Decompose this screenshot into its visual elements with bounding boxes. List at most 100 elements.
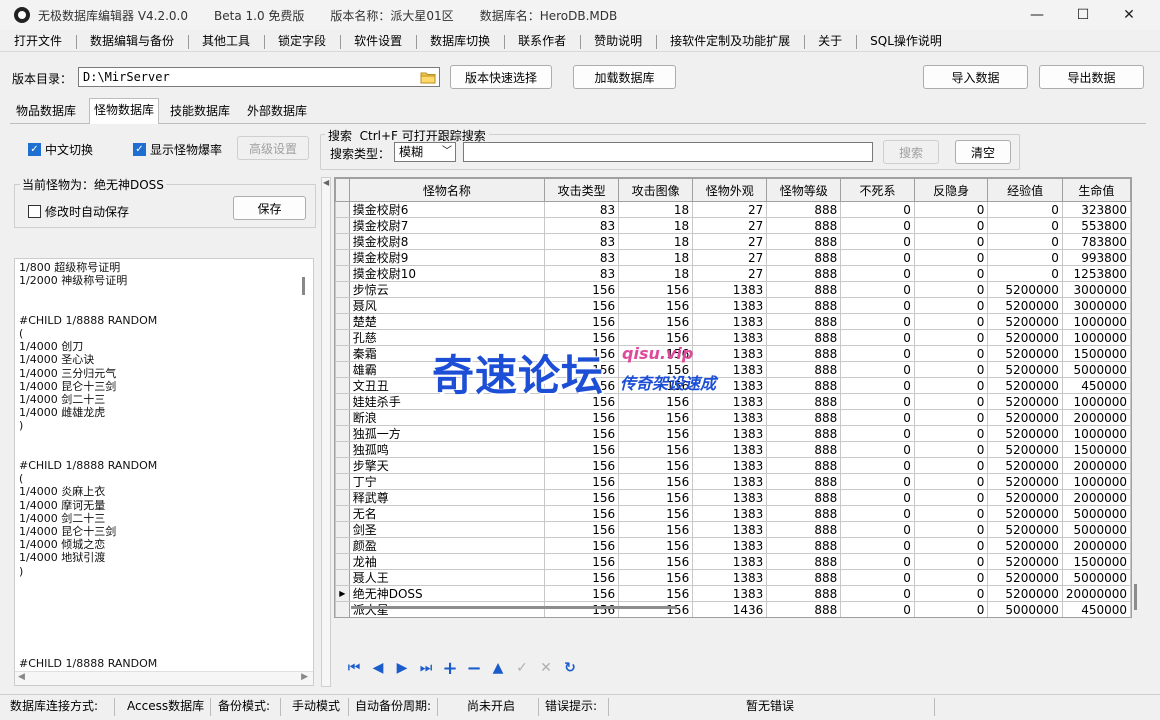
cell-name[interactable]: 摸金校尉7	[348, 217, 546, 234]
cell-attack-image[interactable]: 156	[618, 569, 694, 586]
import-data-button[interactable]: 导入数据	[923, 65, 1028, 89]
row-indicator[interactable]	[335, 457, 350, 474]
cell-level[interactable]: 888	[766, 345, 842, 362]
cell-anti-stealth[interactable]: 0	[913, 233, 989, 250]
row-indicator[interactable]	[335, 297, 350, 314]
cell-anti-stealth[interactable]: 0	[913, 569, 989, 586]
cell-attack-type[interactable]: 83	[544, 233, 620, 250]
load-database-button[interactable]: 加载数据库	[573, 65, 676, 89]
col-hp[interactable]: 生命值	[1061, 178, 1131, 202]
autosave-checkbox[interactable]: 修改时自动保存	[28, 203, 129, 220]
chinese-toggle-checkbox[interactable]: ✓ 中文切换	[28, 141, 93, 158]
cell-attack-image[interactable]: 156	[618, 313, 694, 330]
menu-sql-help[interactable]: SQL操作说明	[856, 32, 956, 49]
insert-record-icon[interactable]: +	[440, 658, 460, 679]
cell-name[interactable]: 聂风	[348, 297, 546, 314]
cell-hp[interactable]: 1500000	[1061, 345, 1131, 362]
cell-level[interactable]: 888	[766, 457, 842, 474]
row-indicator[interactable]	[335, 505, 350, 522]
cell-attack-type[interactable]: 83	[544, 217, 620, 234]
table-row[interactable]: 丁宁 156 156 1383 888 0 0 5200000 1000000	[335, 473, 1131, 490]
cell-undead[interactable]: 0	[840, 441, 915, 458]
cell-attack-image[interactable]: 156	[618, 505, 694, 522]
tab-external-db[interactable]: 外部数据库	[243, 100, 311, 124]
grid-hscroll-thumb[interactable]	[351, 606, 677, 609]
cell-attack-image[interactable]: 156	[618, 537, 694, 554]
cell-hp[interactable]: 1500000	[1061, 553, 1131, 570]
cell-level[interactable]: 888	[766, 233, 842, 250]
cell-exp[interactable]: 5200000	[987, 409, 1063, 426]
col-undead[interactable]: 不死系	[840, 178, 915, 202]
row-indicator[interactable]	[335, 553, 350, 570]
tab-monster-db[interactable]: 怪物数据库	[89, 98, 160, 124]
menu-db-switch[interactable]: 数据库切换	[416, 32, 504, 49]
cell-appearance[interactable]: 27	[692, 201, 768, 218]
cell-attack-image[interactable]: 156	[618, 441, 694, 458]
cell-undead[interactable]: 0	[840, 297, 915, 314]
col-attack-type[interactable]: 攻击类型	[544, 178, 620, 202]
edit-record-icon[interactable]: ▲	[488, 658, 508, 678]
cell-exp[interactable]: 5200000	[987, 425, 1063, 442]
table-row[interactable]: 独孤鸣 156 156 1383 888 0 0 5200000 1500000	[335, 441, 1131, 458]
menu-other-tools[interactable]: 其他工具	[188, 32, 264, 49]
cell-undead[interactable]: 0	[840, 393, 915, 410]
cell-undead[interactable]: 0	[840, 489, 915, 506]
prior-record-icon[interactable]: ◀	[368, 658, 388, 678]
cell-appearance[interactable]: 1436	[692, 601, 768, 617]
cell-level[interactable]: 888	[766, 377, 842, 394]
cell-appearance[interactable]: 1383	[692, 473, 768, 490]
cell-exp[interactable]: 5200000	[987, 297, 1063, 314]
scroll-right-icon[interactable]: ▶	[301, 672, 308, 682]
cell-exp[interactable]: 5200000	[987, 585, 1063, 602]
cell-undead[interactable]: 0	[840, 601, 915, 617]
cell-attack-type[interactable]: 156	[544, 425, 620, 442]
cell-exp[interactable]: 5200000	[987, 393, 1063, 410]
cell-exp[interactable]: 5200000	[987, 505, 1063, 522]
cell-attack-image[interactable]: 156	[618, 409, 694, 426]
cell-undead[interactable]: 0	[840, 217, 915, 234]
cell-appearance[interactable]: 1383	[692, 425, 768, 442]
cell-hp[interactable]: 20000000	[1061, 585, 1131, 602]
cell-level[interactable]: 888	[766, 441, 842, 458]
col-appearance[interactable]: 怪物外观	[692, 178, 768, 202]
cell-anti-stealth[interactable]: 0	[913, 409, 989, 426]
cell-name[interactable]: 聂人王	[348, 569, 546, 586]
cell-anti-stealth[interactable]: 0	[913, 217, 989, 234]
cell-level[interactable]: 888	[766, 505, 842, 522]
cell-level[interactable]: 888	[766, 569, 842, 586]
cell-anti-stealth[interactable]: 0	[913, 537, 989, 554]
cell-attack-type[interactable]: 156	[544, 585, 620, 602]
table-row[interactable]: 剑圣 156 156 1383 888 0 0 5200000 5000000	[335, 521, 1131, 538]
cell-exp[interactable]: 5200000	[987, 473, 1063, 490]
cell-name[interactable]: 步惊云	[348, 281, 546, 298]
cell-anti-stealth[interactable]: 0	[913, 297, 989, 314]
cell-name[interactable]: 丁宁	[348, 473, 546, 490]
table-row[interactable]: 聂人王 156 156 1383 888 0 0 5200000 5000000	[335, 569, 1131, 586]
row-indicator[interactable]	[335, 265, 350, 282]
cell-hp[interactable]: 3000000	[1061, 281, 1131, 298]
cell-attack-image[interactable]: 156	[618, 297, 694, 314]
cell-appearance[interactable]: 1383	[692, 553, 768, 570]
cell-hp[interactable]: 553800	[1061, 217, 1131, 234]
cell-undead[interactable]: 0	[840, 473, 915, 490]
cell-exp[interactable]: 5200000	[987, 313, 1063, 330]
cell-undead[interactable]: 0	[840, 329, 915, 346]
cell-appearance[interactable]: 27	[692, 265, 768, 282]
cell-level[interactable]: 888	[766, 601, 842, 617]
cell-undead[interactable]: 0	[840, 265, 915, 282]
cell-appearance[interactable]: 27	[692, 233, 768, 250]
col-monster-name[interactable]: 怪物名称	[348, 178, 546, 202]
show-drop-rate-checkbox[interactable]: ✓ 显示怪物爆率	[133, 141, 222, 158]
cell-anti-stealth[interactable]: 0	[913, 377, 989, 394]
table-row[interactable]: 独孤一方 156 156 1383 888 0 0 5200000 1000000	[335, 425, 1131, 442]
col-exp[interactable]: 经验值	[987, 178, 1063, 202]
cell-hp[interactable]: 1500000	[1061, 441, 1131, 458]
drop-list-scroll-thumb[interactable]	[302, 277, 305, 295]
cell-hp[interactable]: 450000	[1061, 601, 1131, 617]
row-indicator[interactable]	[335, 329, 350, 346]
cell-undead[interactable]: 0	[840, 313, 915, 330]
cell-attack-type[interactable]: 156	[544, 537, 620, 554]
delete-record-icon[interactable]: −	[464, 658, 484, 679]
cell-attack-type[interactable]: 156	[544, 489, 620, 506]
cell-anti-stealth[interactable]: 0	[913, 425, 989, 442]
